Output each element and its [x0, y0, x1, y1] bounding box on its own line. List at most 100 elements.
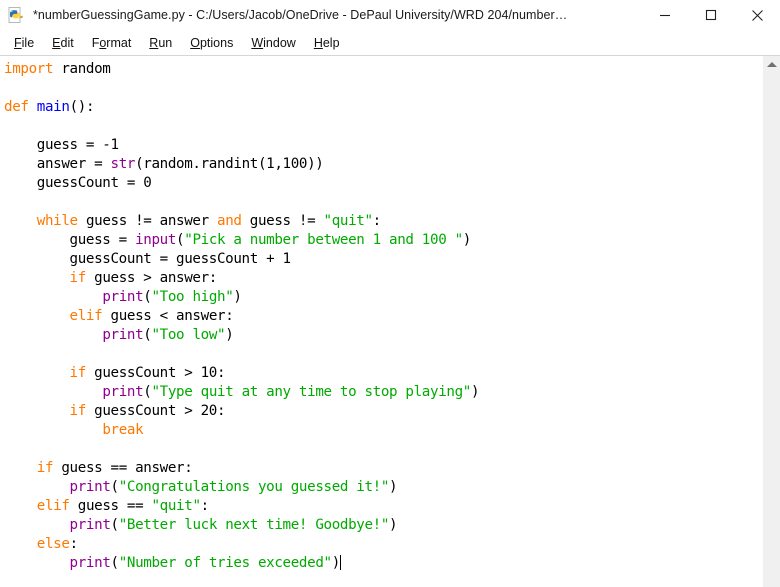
code-token-string: "quit" [151, 498, 201, 514]
code-line: guessCount = 0 [4, 174, 762, 193]
code-token-keyword: elif [69, 308, 103, 324]
code-text-area[interactable]: import random def main(): guess = -1 ans… [0, 56, 762, 587]
scroll-up-arrow-button[interactable] [763, 56, 780, 73]
code-token-plain: (): [69, 99, 95, 115]
menu-item-edit[interactable]: Edit [43, 33, 83, 53]
code-token-plain: ) [389, 517, 398, 533]
code-token-string: "Congratulations you guessed it!" [118, 479, 390, 495]
vertical-scrollbar[interactable] [762, 56, 780, 587]
code-token-plain: ) [225, 327, 234, 343]
code-line: print("Better luck next time! Goodbye!") [4, 516, 762, 535]
code-token-keyword: and [217, 213, 242, 229]
code-token-plain: ( [110, 479, 120, 495]
code-token-string: "quit" [323, 213, 374, 229]
code-line: if guessCount > 20: [4, 402, 762, 421]
code-token-string: "Pick a number between 1 and 100 " [184, 232, 463, 248]
code-token-keyword: else [36, 536, 70, 552]
menu-item-format[interactable]: Format [83, 33, 141, 53]
code-token-keyword: break [102, 422, 144, 438]
code-token-keyword: while [36, 213, 78, 229]
source-code[interactable]: import random def main(): guess = -1 ans… [4, 60, 762, 573]
menu-item-options[interactable]: Options [181, 33, 242, 53]
scrollbar-track[interactable] [763, 73, 780, 587]
title-bar[interactable]: *numberGuessingGame.py - C:/Users/Jacob/… [0, 0, 780, 30]
code-token-plain: ) [233, 289, 242, 305]
code-token-builtin: print [69, 555, 111, 571]
code-token-definition: main [36, 99, 70, 115]
code-token-plain: guessCount > 10: [85, 365, 226, 381]
code-token-plain: ) [470, 384, 480, 400]
code-token-keyword: if [69, 270, 87, 286]
code-token-plain: guessCount > 20: [85, 403, 226, 419]
code-token-builtin: print [69, 517, 111, 533]
code-line: break [4, 421, 762, 440]
code-token-plain: guess == [69, 498, 152, 514]
code-token-builtin: input [135, 232, 177, 248]
menu-item-help[interactable]: Help [305, 33, 349, 53]
code-token-string: "Number of tries exceeded" [118, 555, 332, 571]
code-line: print("Too high") [4, 288, 762, 307]
code-token-plain: ( [110, 517, 120, 533]
code-token-plain: answer = [4, 156, 111, 172]
menu-item-window[interactable]: Window [242, 33, 304, 53]
code-token-plain: : [69, 536, 79, 552]
code-token-plain: ) [389, 479, 398, 495]
window-controls [642, 0, 780, 30]
code-line: print("Too low") [4, 326, 762, 345]
code-line: import random [4, 60, 762, 79]
menu-mnemonic: H [313, 35, 323, 50]
code-line: print("Number of tries exceeded") [4, 554, 762, 573]
code-token-plain: guess != [241, 213, 324, 229]
code-token-string: "Too high" [151, 289, 234, 305]
code-line: guess = input("Pick a number between 1 a… [4, 231, 762, 250]
code-line: print("Congratulations you guessed it!") [4, 478, 762, 497]
menu-mnemonic: F [14, 35, 22, 50]
menu-mnemonic: O [190, 35, 200, 50]
code-token-plain: guess = [4, 232, 136, 248]
code-token-plain: : [200, 498, 210, 514]
menu-item-run[interactable]: Run [140, 33, 181, 53]
maximize-button[interactable] [688, 0, 734, 30]
code-token-plain: guess != answer [77, 213, 218, 229]
close-button[interactable] [734, 0, 780, 30]
code-token-plain: ( [110, 555, 120, 571]
menu-mnemonic: o [99, 35, 107, 50]
triangle-up-icon [766, 62, 777, 67]
code-token-plain: guessCount = guessCount + 1 [4, 251, 292, 267]
python-file-icon [8, 6, 25, 24]
code-token-plain: guess > answer: [85, 270, 218, 286]
code-line: elif guess == "quit": [4, 497, 762, 516]
code-line: guessCount = guessCount + 1 [4, 250, 762, 269]
menu-item-file[interactable]: File [5, 33, 43, 53]
code-line: guess = -1 [4, 136, 762, 155]
code-line: if guess == answer: [4, 459, 762, 478]
code-line: if guessCount > 10: [4, 364, 762, 383]
code-line: print("Type quit at any time to stop pla… [4, 383, 762, 402]
code-token-builtin: print [69, 479, 111, 495]
code-token-builtin: print [102, 327, 144, 343]
minimize-button[interactable] [642, 0, 688, 30]
code-token-plain: guess < answer: [102, 308, 234, 324]
code-token-keyword: if [69, 403, 87, 419]
code-token-plain: guess = -1 [4, 137, 119, 153]
text-caret [339, 555, 341, 570]
code-token-plain: ) [331, 555, 341, 571]
code-token-plain: : [372, 213, 382, 229]
code-line: answer = str(random.randint(1,100)) [4, 155, 762, 174]
